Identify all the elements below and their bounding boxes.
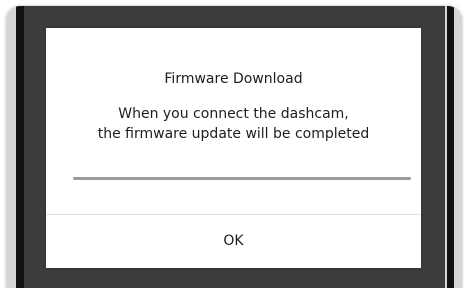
- background-stripe-left: [16, 6, 24, 288]
- dialog-message: When you connect the dashcam, the firmwa…: [46, 104, 421, 144]
- dialog-message-line-1: When you connect the dashcam,: [118, 106, 349, 122]
- dialog-message-line-2: the firmware update will be completed: [97, 126, 370, 142]
- progress-bar: [73, 177, 411, 180]
- background-stripe-right: [447, 6, 454, 288]
- app-frame: Firmware Download When you connect the d…: [6, 6, 462, 288]
- dialog-title: Firmware Download: [164, 71, 303, 87]
- screen: Firmware Download When you connect the d…: [0, 0, 468, 288]
- progress-bar-fill: [73, 177, 411, 180]
- ok-button[interactable]: OK: [46, 215, 421, 268]
- firmware-download-dialog: Firmware Download When you connect the d…: [46, 28, 421, 268]
